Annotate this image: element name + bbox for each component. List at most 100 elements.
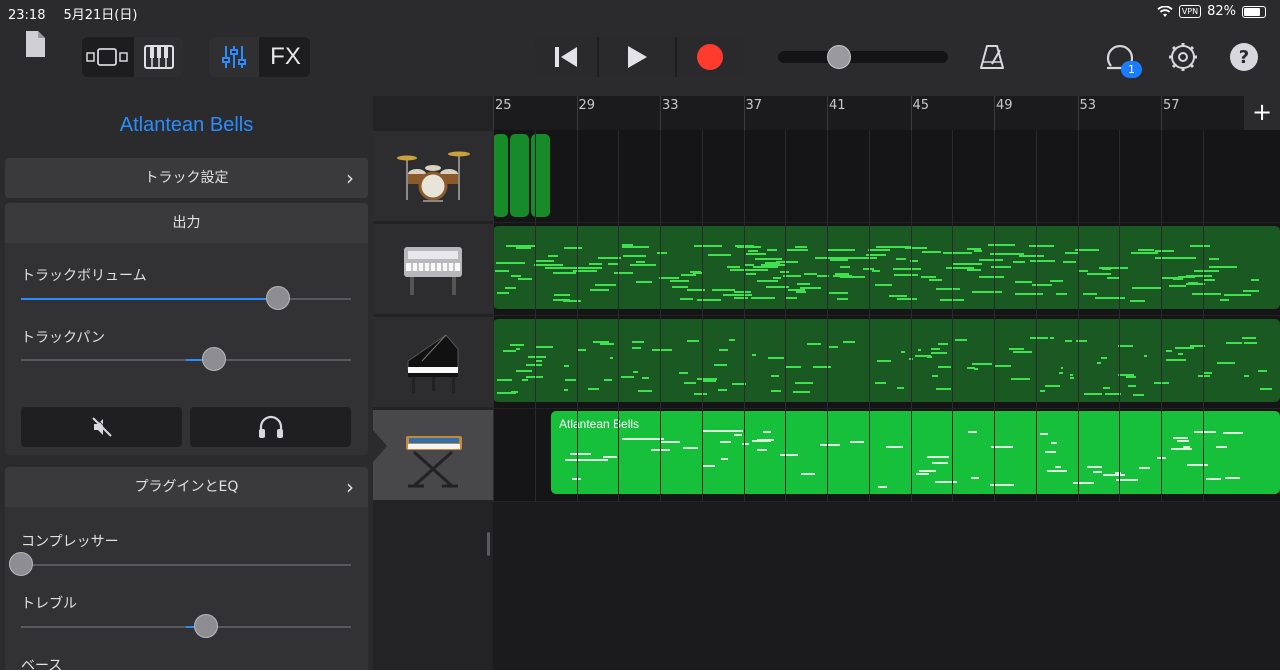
track-volume-knob[interactable] [266,286,291,310]
midi-note [794,381,813,384]
metronome-button[interactable] [975,37,1009,77]
track-volume-slider[interactable] [21,286,351,310]
midi-note [510,391,518,394]
midi-note [1058,372,1063,375]
midi-note [800,473,815,476]
midi-note [849,257,878,260]
midi-note [842,340,856,343]
go-to-start-button[interactable] [535,37,597,77]
midi-note [584,459,608,462]
midi-note [1079,269,1088,272]
midi-note [787,289,806,292]
compressor-slider[interactable] [9,552,351,576]
midi-note [1219,299,1229,302]
midi-note [1121,344,1126,347]
ruler-bar-number: 45 [912,98,930,113]
track-pan-knob[interactable] [202,347,227,371]
midi-note [563,364,569,367]
midi-note [935,287,961,290]
synth-keyboard-icon [406,436,462,488]
solo-button[interactable] [190,407,351,447]
midi-note [633,370,639,373]
status-time: 23:18 [8,8,46,23]
midi-note [694,393,708,396]
drums-regions[interactable] [493,134,550,217]
midi-note [683,382,697,385]
track-volume-label: トラックボリューム [21,268,147,284]
my-songs-button[interactable] [20,24,50,64]
midi-note [893,274,919,277]
playhead-scrubber-knob[interactable] [827,45,852,69]
midi-note [1129,300,1145,303]
settings-button[interactable] [1166,37,1200,77]
midi-note [1165,350,1172,353]
record-button[interactable] [677,37,743,77]
playhead-scrubber[interactable] [778,45,948,69]
midi-note [1216,445,1227,448]
midi-note [642,377,650,380]
midi-note [1063,261,1077,264]
track-pan-slider[interactable] [21,347,351,371]
ruler-bar-number: 25 [495,98,512,113]
midi-note [734,296,748,299]
help-button[interactable]: ? [1228,37,1260,77]
midi-note [1075,248,1099,251]
track-header-grand-piano[interactable] [373,317,493,407]
tracks-area[interactable]: 25 29 33 37 41 45 49 53 57 Atlantean Bells [493,96,1280,670]
instrument-view-button[interactable] [134,37,183,77]
midi-note [1202,371,1212,374]
mute-button[interactable] [21,407,182,447]
midi-note [767,356,785,359]
treble-slider[interactable] [21,614,351,638]
wifi-icon [1157,5,1173,17]
midi-note [936,387,952,390]
bar-ruler[interactable]: 25 29 33 37 41 45 49 53 57 [493,96,1280,130]
play-icon [628,46,647,68]
midi-note [849,441,864,444]
track-settings-row[interactable]: トラック設定 › [5,158,368,198]
midi-note [636,260,645,263]
add-track-button[interactable]: + [1244,96,1280,130]
midi-note [1194,269,1219,272]
midi-note [1189,245,1211,248]
plugins-eq-header[interactable]: プラグインとEQ › [5,467,368,507]
track-header-resize-handle[interactable] [487,532,490,556]
midi-note [929,278,943,281]
track-header-synth-keyboard[interactable] [373,410,493,500]
midi-note [900,350,905,353]
play-button[interactable] [599,37,675,77]
ruler-tick [827,96,828,130]
tracks-view-button[interactable] [82,37,132,77]
midi-note [1137,249,1155,252]
grid-line [660,130,661,502]
region-label: Atlantean Bells [559,417,640,431]
midi-note [786,248,809,251]
treble-knob[interactable] [193,614,218,638]
drum-region-1[interactable] [493,134,508,217]
midi-note [516,247,532,250]
midi-note [729,339,736,342]
midi-note [994,365,1011,368]
midi-note [1216,362,1235,365]
midi-note [776,261,799,264]
compressor-knob[interactable] [9,552,33,576]
midi-note [658,277,680,280]
midi-note [757,449,767,452]
midi-note [1015,280,1033,283]
midi-note [577,348,587,351]
midi-note [1223,431,1244,434]
midi-note [525,364,542,367]
go-to-start-icon [555,47,577,67]
fx-button[interactable]: FX [261,37,310,77]
drum-region-2[interactable] [510,134,529,217]
status-date: 5月21日(日) [63,8,138,23]
fx-label: FX [270,43,301,70]
track-header-electric-piano[interactable] [373,224,493,314]
mixer-button[interactable] [209,37,259,77]
ruler-tick [493,96,494,130]
midi-note [657,251,668,254]
midi-note [795,291,807,294]
midi-note [631,347,641,350]
midi-note [871,270,880,273]
track-header-drums[interactable] [373,131,493,221]
